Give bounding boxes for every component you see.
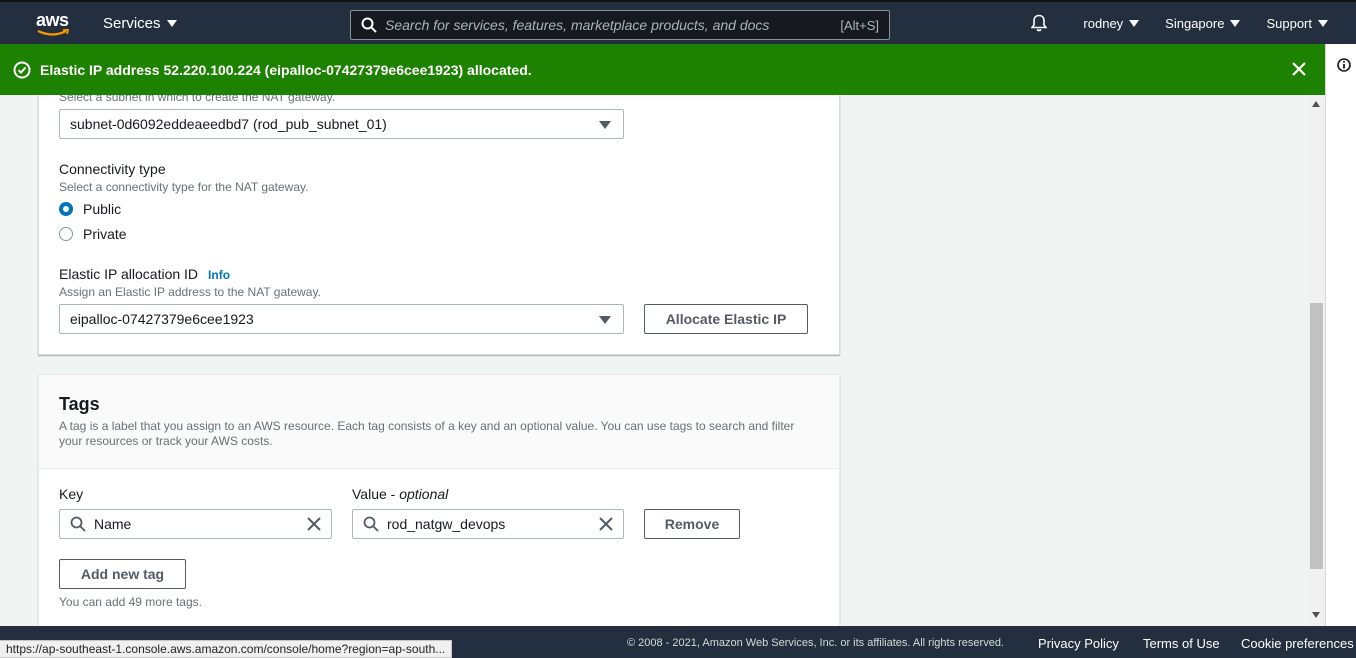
support-menu[interactable]: Support (1266, 16, 1328, 31)
support-label: Support (1266, 15, 1312, 31)
terms-of-use-link[interactable]: Terms of Use (1143, 636, 1220, 651)
private-label: Private (83, 226, 127, 242)
caret-down-icon (1230, 19, 1241, 27)
info-icon[interactable] (1337, 58, 1351, 72)
search-icon (361, 17, 377, 33)
add-new-tag-button[interactable]: Add new tag (59, 559, 186, 589)
allocate-elastic-ip-button[interactable]: Allocate Elastic IP (644, 304, 808, 334)
tags-description: A tag is a label that you assign to an A… (59, 419, 795, 448)
tag-value-label: Value - optional (352, 486, 448, 502)
tag-value-value: rod_natgw_devops (387, 516, 506, 532)
search-shortcut-hint: [Alt+S] (840, 17, 879, 33)
scroll-up-arrow-icon[interactable] (1312, 101, 1320, 107)
aws-smile-icon (37, 29, 69, 36)
search-icon (363, 516, 379, 532)
scroll-down-arrow-icon[interactable] (1312, 612, 1320, 618)
eip-allocation-label: Elastic IP allocation ID (59, 266, 199, 282)
eip-value: eipalloc-07427379e6cee1923 (70, 311, 254, 327)
flash-message: Elastic IP address 52.220.100.224 (eipal… (40, 61, 532, 78)
check-circle-icon (13, 61, 31, 78)
services-menu[interactable]: Services (103, 15, 177, 32)
dropdown-arrow-icon (599, 316, 611, 324)
subnet-value: subnet-0d6092eddeaeedbd7 (rod_pub_subnet… (70, 116, 387, 132)
main-content: Select a subnet in which to create the N… (0, 95, 1308, 626)
eip-label-row: Elastic IP allocation ID Info (59, 266, 230, 282)
subnet-hint: Select a subnet in which to create the N… (59, 95, 336, 104)
connectivity-public-option[interactable]: Public (59, 201, 121, 217)
clear-icon[interactable] (599, 517, 613, 531)
connectivity-type-hint: Select a connectivity type for the NAT g… (59, 180, 309, 194)
caret-down-icon (166, 20, 177, 27)
eip-select[interactable]: eipalloc-07427379e6cee1923 (59, 304, 624, 334)
eip-hint: Assign an Elastic IP address to the NAT … (59, 285, 321, 299)
search-icon (70, 516, 86, 532)
tags-remaining-hint: You can add 49 more tags. (59, 595, 202, 609)
privacy-policy-link[interactable]: Privacy Policy (1038, 636, 1119, 651)
caret-down-icon (1318, 19, 1328, 27)
search-input[interactable] (385, 17, 841, 33)
radio-selected-icon[interactable] (59, 202, 73, 216)
connectivity-type-label: Connectivity type (59, 161, 166, 177)
bell-icon[interactable] (1031, 14, 1048, 32)
tag-key-label: Key (59, 486, 84, 502)
help-panel-rail (1325, 44, 1356, 626)
tags-title: Tags (59, 394, 100, 414)
success-flash-banner: Elastic IP address 52.220.100.224 (eipal… (0, 44, 1325, 95)
radio-unselected-icon[interactable] (59, 227, 73, 241)
remove-tag-button[interactable]: Remove (644, 509, 740, 539)
nat-gateway-settings-panel: Select a subnet in which to create the N… (38, 95, 840, 355)
tag-value-input[interactable]: rod_natgw_devops (352, 509, 624, 539)
connectivity-private-option[interactable]: Private (59, 226, 127, 242)
tags-panel-header: Tags A tag is a label that you assign to… (39, 375, 839, 469)
region-menu[interactable]: Singapore (1165, 15, 1241, 31)
region-name: Singapore (1165, 15, 1225, 31)
copyright-text: © 2008 - 2021, Amazon Web Services, Inc.… (627, 637, 1004, 649)
clear-icon[interactable] (307, 517, 321, 531)
services-label: Services (103, 15, 161, 32)
dropdown-arrow-icon (599, 121, 611, 129)
tag-key-input[interactable]: Name (59, 509, 332, 539)
close-icon[interactable] (1290, 60, 1308, 78)
browser-status-url: https://ap-southeast-1.console.aws.amazo… (0, 640, 452, 658)
user-name: rodney (1083, 15, 1124, 31)
optional-label: optional (399, 486, 449, 502)
cookie-preferences-link[interactable]: Cookie preferences (1241, 636, 1354, 651)
aws-logo[interactable]: aws (36, 10, 70, 38)
top-navigation: aws Services [Alt+S] rodney Singapore (0, 0, 1356, 44)
aws-logo-text: aws (36, 10, 69, 30)
caret-down-icon (1129, 19, 1140, 27)
tag-key-value: Name (94, 516, 132, 532)
user-menu[interactable]: rodney (1083, 15, 1140, 31)
eip-info-link[interactable]: Info (208, 268, 230, 282)
value-label-text: Value - (352, 486, 400, 502)
public-label: Public (83, 201, 122, 217)
tags-panel: Tags A tag is a label that you assign to… (38, 374, 840, 626)
search-bar[interactable]: [Alt+S] (350, 10, 890, 40)
scrollbar-thumb[interactable] (1310, 303, 1323, 569)
page-scrollbar[interactable] (1308, 95, 1325, 626)
subnet-select[interactable]: subnet-0d6092eddeaeedbd7 (rod_pub_subnet… (59, 109, 624, 139)
nav-right-group: rodney Singapore Support (1031, 14, 1328, 32)
